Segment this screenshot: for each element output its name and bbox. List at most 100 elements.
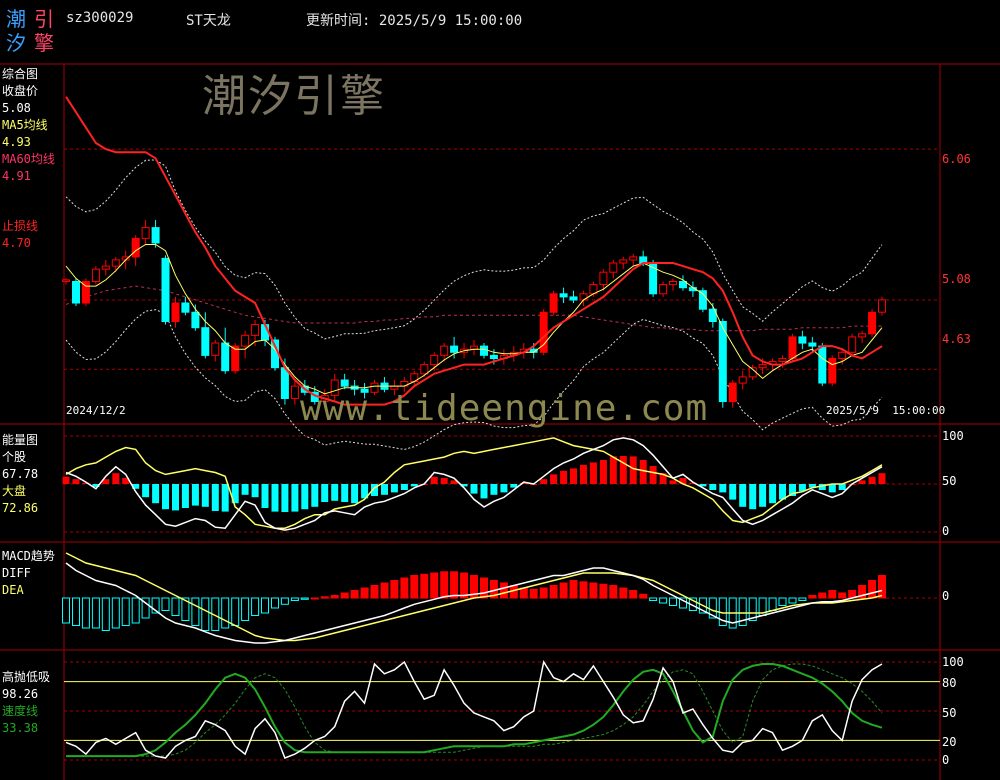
- energy-bar: [709, 484, 717, 490]
- candle-body: [62, 279, 70, 282]
- high-sell-low-buy-line: [65, 660, 883, 759]
- p1-axis-4-63: 4.63: [942, 332, 971, 346]
- energy-bar: [589, 462, 597, 484]
- energy-bar: [381, 484, 388, 495]
- macd-bar: [81, 597, 90, 629]
- candle-body: [609, 262, 618, 273]
- macd-bar: [62, 597, 70, 624]
- speed-value: 33.38: [2, 721, 39, 735]
- market-energy-value: 72.86: [2, 501, 39, 515]
- candle-body: [788, 336, 797, 359]
- ma5-value: 4.93: [2, 135, 31, 149]
- speed-line: [66, 663, 883, 758]
- panel2-title: 能量图: [2, 433, 39, 447]
- candle-body: [599, 271, 608, 286]
- market-energy-label: 大盘: [2, 484, 27, 498]
- energy-bar: [719, 484, 727, 493]
- macd-bar: [300, 597, 309, 600]
- candle-body: [808, 342, 817, 347]
- energy-bar: [440, 478, 448, 484]
- p4-axis-0: 0: [942, 753, 950, 767]
- p4-axis-80: 80: [942, 676, 957, 690]
- energy-bar: [868, 476, 876, 484]
- energy-bar: [321, 484, 329, 502]
- candle-body: [430, 354, 439, 366]
- macd-bar: [519, 587, 528, 599]
- energy-bar: [62, 476, 70, 484]
- macd-bar: [549, 585, 558, 599]
- macd-bar: [350, 590, 359, 599]
- stop-loss-line: [65, 96, 883, 406]
- macd-bar: [241, 597, 250, 621]
- candle-body: [131, 237, 140, 258]
- market-energy-line: [65, 437, 883, 529]
- close-label: 收盘价: [2, 84, 39, 98]
- energy-bar: [291, 484, 299, 512]
- energy-bar: [191, 484, 199, 506]
- candle-body: [91, 268, 100, 283]
- energy-bar: [540, 479, 548, 484]
- energy-bar: [490, 484, 498, 495]
- energy-bar: [201, 484, 209, 507]
- p4-axis-100: 100: [942, 655, 964, 669]
- macd-bar: [798, 597, 807, 601]
- candle-body: [858, 333, 867, 338]
- macd-bar: [499, 582, 508, 599]
- candle-body: [718, 321, 727, 402]
- macd-bar: [639, 593, 648, 599]
- energy-bar: [858, 480, 866, 484]
- macd-bar: [221, 597, 230, 629]
- macd-bar: [649, 597, 658, 601]
- macd-bar: [788, 597, 797, 604]
- dea-label: DEA: [2, 583, 24, 597]
- macd-bar: [450, 571, 459, 599]
- candle-body: [549, 293, 558, 313]
- speed-label: 速度线: [2, 704, 39, 718]
- macd-bar: [340, 592, 349, 599]
- stock-energy-value: 67.78: [2, 467, 39, 481]
- energy-bar: [480, 484, 488, 499]
- energy-bar: [152, 484, 160, 504]
- macd-bar: [261, 597, 269, 614]
- panel3-title: MACD趋势: [2, 549, 55, 563]
- energy-bar: [390, 484, 398, 493]
- energy-bar: [400, 484, 408, 490]
- energy-bar: [211, 484, 219, 511]
- macd-bar: [878, 575, 886, 599]
- candle-body: [818, 345, 827, 384]
- candle-body: [440, 345, 449, 356]
- energy-bar: [560, 470, 568, 484]
- candle-body: [569, 296, 578, 301]
- macd-bar: [868, 580, 877, 599]
- panel4-title: 高抛低吸: [2, 670, 51, 684]
- candle-body: [489, 354, 498, 359]
- macd-bar: [768, 597, 777, 611]
- macd-bar: [171, 597, 180, 616]
- macd-bar: [271, 597, 279, 609]
- candle-body: [878, 299, 886, 313]
- candle-body: [629, 256, 638, 261]
- macd-bar: [480, 577, 488, 599]
- ma60-label: MA60均线: [2, 152, 55, 166]
- macd-bar: [111, 597, 120, 629]
- energy-bar: [878, 473, 886, 484]
- energy-bar: [142, 484, 150, 498]
- macd-bar: [599, 583, 608, 599]
- macd-bar: [659, 597, 668, 604]
- macd-bar: [559, 582, 568, 599]
- macd-bar: [539, 587, 548, 599]
- macd-bar: [420, 573, 429, 599]
- macd-bar: [161, 597, 170, 611]
- watermark-brand: 潮汐引擎: [202, 71, 386, 122]
- macd-bar: [131, 597, 140, 624]
- macd-bar: [430, 572, 439, 599]
- candle-body: [191, 311, 200, 329]
- candle-body: [101, 265, 110, 270]
- energy-bar: [570, 468, 577, 484]
- macd-bar: [121, 597, 130, 626]
- close-value: 5.08: [2, 101, 31, 115]
- date-end: 2025/5/9 15:00:00: [826, 404, 946, 417]
- energy-bar: [251, 484, 259, 498]
- watermark-url: www.tideengine.com: [300, 388, 709, 429]
- macd-bar: [589, 582, 598, 599]
